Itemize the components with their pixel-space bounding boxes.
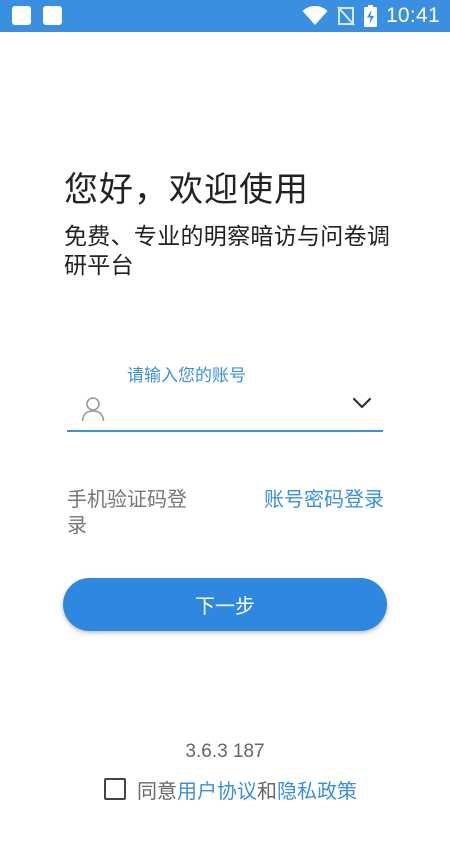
- account-field-label: 请输入您的账号: [127, 366, 246, 386]
- status-bar: 10:41: [0, 0, 450, 32]
- next-step-button[interactable]: 下一步: [63, 578, 387, 631]
- notification-square-icon: [12, 6, 31, 25]
- battery-charging-icon: [363, 5, 377, 27]
- status-clock: 10:41: [385, 4, 440, 27]
- agree-checkbox[interactable]: [104, 778, 126, 800]
- agree-prefix: 同意: [137, 778, 177, 803]
- wifi-icon: [302, 6, 328, 25]
- agreement-row: 同意 用户协议 和 隐私政策: [104, 774, 357, 804]
- user-icon: [81, 397, 105, 422]
- user-agreement-link[interactable]: 用户协议: [177, 775, 257, 804]
- sms-login-link[interactable]: 手机验证码登录: [67, 486, 202, 538]
- password-login-link[interactable]: 账号密码登录: [264, 486, 384, 512]
- app-version: 3.6.3 187: [185, 741, 265, 762]
- welcome-heading: 您好，欢迎使用: [64, 170, 309, 210]
- chevron-down-icon[interactable]: [349, 390, 375, 416]
- no-signal-icon: [337, 6, 355, 26]
- welcome-subtitle: 免费、专业的明察暗访与问卷调研平台: [64, 224, 391, 279]
- privacy-policy-link[interactable]: 隐私政策: [277, 775, 357, 804]
- login-screen: 10:41 您好，欢迎使用 免费、专业的明察暗访与问卷调研平台 请输入您的账号 …: [0, 0, 450, 850]
- notification-square-icon: [43, 6, 62, 25]
- agree-and: 和: [257, 778, 277, 803]
- account-input[interactable]: [119, 392, 343, 422]
- status-icons: 10:41: [302, 3, 440, 29]
- account-field[interactable]: [67, 384, 383, 432]
